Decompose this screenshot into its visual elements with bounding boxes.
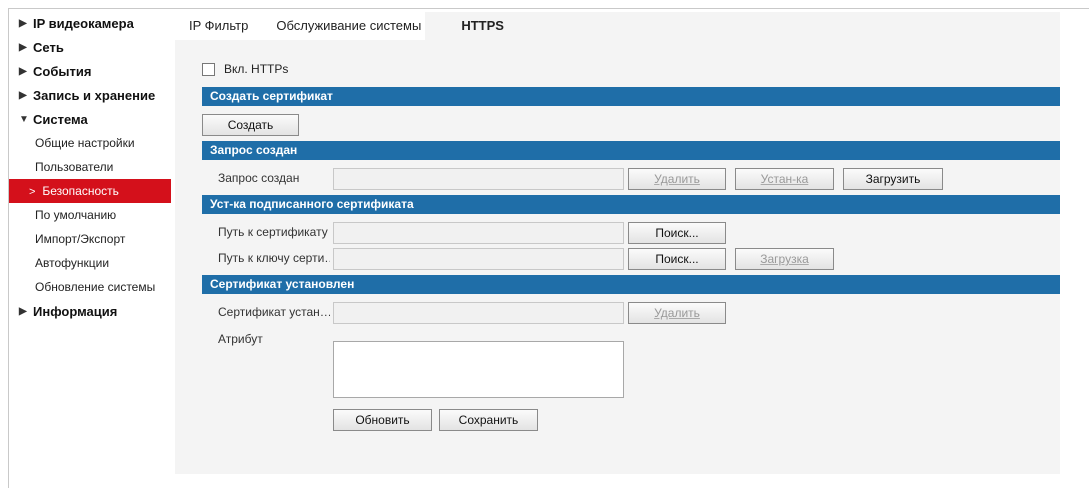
upload-button[interactable]: Загрузка <box>735 248 834 270</box>
sidebar-item-label: Сеть <box>33 39 64 55</box>
installed-cert-label: Сертификат устан… <box>218 305 330 319</box>
sidebar-item-recording[interactable]: ▶ Запись и хранение <box>9 83 171 107</box>
sidebar-subitem-default[interactable]: По умолчанию <box>9 203 171 227</box>
sidebar: ▶ IP видеокамера ▶ Сеть ▶ События ▶ Запи… <box>9 11 171 323</box>
sidebar-item-system[interactable]: ▼ Система <box>9 107 171 131</box>
sidebar-item-ip-camera[interactable]: ▶ IP видеокамера <box>9 11 171 35</box>
signed-cert-header: Уст-ка подписанного сертификата <box>202 195 1060 214</box>
attribute-label: Атрибут <box>218 332 263 346</box>
delete-cert-button[interactable]: Удалить <box>628 302 726 324</box>
attribute-textarea[interactable] <box>333 341 624 398</box>
browse-cert-button[interactable]: Поиск... <box>628 222 726 244</box>
chevron-right-icon: > <box>29 186 36 198</box>
key-path-field[interactable] <box>333 248 624 270</box>
sidebar-item-events[interactable]: ▶ События <box>9 59 171 83</box>
create-button[interactable]: Создать <box>202 114 299 136</box>
tab-system-maintenance[interactable]: Обслуживание системы <box>276 12 425 40</box>
main-panel: IP Фильтр Обслуживание системы HTTPS Вкл… <box>175 12 1060 474</box>
sidebar-item-label: Информация <box>33 303 118 319</box>
sidebar-item-label: Запись и хранение <box>33 87 156 103</box>
tab-ip-filter[interactable]: IP Фильтр <box>175 12 276 40</box>
sidebar-subitem-import-export[interactable]: Импорт/Экспорт <box>9 227 171 251</box>
installed-cert-header: Сертификат установлен <box>202 275 1060 294</box>
request-created-header: Запрос создан <box>202 141 1060 160</box>
request-created-label: Запрос создан <box>218 171 300 185</box>
sidebar-item-label: События <box>33 63 92 79</box>
create-cert-header: Создать сертификат <box>202 87 1060 106</box>
sidebar-subitem-system-update[interactable]: Обновление системы <box>9 275 171 299</box>
save-button[interactable]: Сохранить <box>439 409 538 431</box>
enable-https-checkbox[interactable] <box>202 62 215 76</box>
tab-bar: IP Фильтр Обслуживание системы HTTPS <box>175 12 1060 40</box>
key-path-label: Путь к ключу серти… <box>218 251 330 265</box>
sidebar-item-label: IP видеокамера <box>33 15 134 31</box>
tab-https[interactable]: HTTPS <box>425 12 540 40</box>
sidebar-item-info[interactable]: ▶ Информация <box>9 299 171 323</box>
cert-path-field[interactable] <box>333 222 624 244</box>
cert-path-label: Путь к сертификату <box>218 225 328 239</box>
collapsed-arrow-icon: ▶ <box>19 305 27 317</box>
browse-key-button[interactable]: Поиск... <box>628 248 726 270</box>
collapsed-arrow-icon: ▶ <box>19 65 27 77</box>
collapsed-arrow-icon: ▶ <box>19 17 27 29</box>
installed-cert-field[interactable] <box>333 302 624 324</box>
enable-https-label: Вкл. HTTPs <box>224 62 289 76</box>
sidebar-subitem-general[interactable]: Общие настройки <box>9 131 171 155</box>
collapsed-arrow-icon: ▶ <box>19 89 27 101</box>
sidebar-item-network[interactable]: ▶ Сеть <box>9 35 171 59</box>
delete-request-button[interactable]: Удалить <box>628 168 726 190</box>
refresh-button[interactable]: Обновить <box>333 409 432 431</box>
sidebar-subitem-label: Безопасность <box>42 184 119 198</box>
sidebar-item-label: Система <box>33 111 88 127</box>
expanded-arrow-icon: ▼ <box>19 113 29 125</box>
collapsed-arrow-icon: ▶ <box>19 41 27 53</box>
download-request-button[interactable]: Загрузить <box>843 168 943 190</box>
install-button[interactable]: Устан-ка <box>735 168 834 190</box>
sidebar-subitem-auto-functions[interactable]: Автофункции <box>9 251 171 275</box>
tab-bar-filler <box>539 12 1060 40</box>
enable-https-row: Вкл. HTTPs <box>202 62 288 76</box>
request-created-field[interactable] <box>333 168 624 190</box>
sidebar-subitem-users[interactable]: Пользователи <box>9 155 171 179</box>
sidebar-subitem-security[interactable]: > Безопасность <box>9 179 171 203</box>
